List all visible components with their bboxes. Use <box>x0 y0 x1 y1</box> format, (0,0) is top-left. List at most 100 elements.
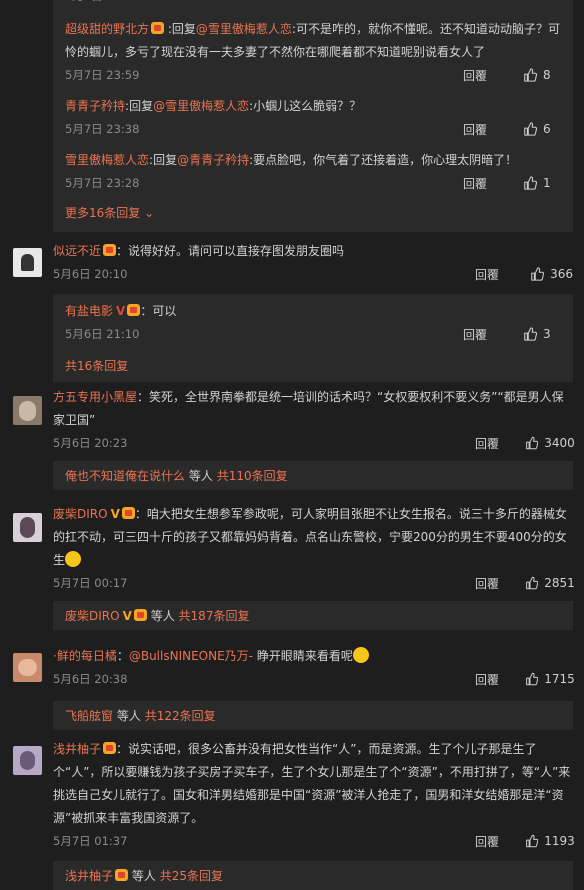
reply-button[interactable]: 回覆 <box>475 266 525 283</box>
like-button[interactable]: 6 <box>513 122 561 136</box>
nested-replies-box-top: 5月6日 08:23 超级甜的野北方 :回复@雪里傲梅惹人恋:可不是咋的，就你不… <box>53 0 573 232</box>
reply-text: :小蝈儿这么脆弱？？ <box>249 99 362 113</box>
comment: 浅井柚子 ：说实话吧，很多公畜并没有把女性当作“人”，而是资源。生了个儿子那是生了… <box>0 738 584 890</box>
replies-summary[interactable]: 俺也不知道俺在说什么 等人 共110条回复 <box>53 461 573 490</box>
reply-target[interactable]: @青青子矜持 <box>177 153 249 167</box>
thumbs-up-icon <box>523 122 537 136</box>
thinking-emoji-icon <box>65 551 82 567</box>
fan-badge-icon <box>115 869 129 881</box>
replies-summary[interactable]: 废柴DIRO V 等人 共187条回复 <box>53 601 573 630</box>
thumbs-up-icon <box>525 436 538 450</box>
reply-button[interactable]: 回覆 <box>463 326 513 343</box>
comment: ·鲜的每日橘：@BullsNINEONE乃万- 睁开眼睛来看看呢 5月6日 20… <box>0 645 584 730</box>
fan-badge-icon <box>127 304 141 316</box>
like-count: 366 <box>550 267 573 281</box>
like-button[interactable]: 1193 <box>525 834 575 848</box>
comment-time: 5月6日 20:23 <box>53 436 128 450</box>
reply-time: 5月7日 23:38 <box>65 122 140 136</box>
replies-summary[interactable]: 浅井柚子 等人 共25条回复 <box>53 861 573 890</box>
like-count: 8 <box>543 68 551 82</box>
avatar[interactable] <box>13 653 42 682</box>
summary-author[interactable]: 飞船舷窗 <box>65 709 113 723</box>
more-replies-link[interactable]: 更多16条回复 ⌄ <box>53 204 573 221</box>
replies-summary[interactable]: 飞船舷窗 等人 共122条回复 <box>53 701 573 730</box>
total-replies-link[interactable]: 共16条回复 <box>53 357 573 374</box>
comment: 方五专用小黑屋：笑死，全世界南拳都是统一培训的话术吗？“女权要权利不要义务”“都… <box>0 386 584 490</box>
comment-time: 5月7日 00:17 <box>53 576 128 590</box>
verified-v-icon: V <box>122 609 132 623</box>
reply-time: 5月7日 23:59 <box>65 68 140 82</box>
fan-badge-icon <box>121 507 135 519</box>
reply-button[interactable]: 回覆 <box>463 121 513 138</box>
like-count: 6 <box>543 122 551 136</box>
fan-badge-icon <box>133 609 147 621</box>
reply-author[interactable]: 雪里傲梅惹人恋 <box>65 153 149 167</box>
chevron-down-icon: ⌄ <box>144 206 155 220</box>
thumbs-up-icon <box>525 672 538 686</box>
comment: 似远不近 ：说得好好。请问可以直接存图发朋友圈吗 5月6日 20:10 回覆 36… <box>0 240 584 382</box>
reply-button[interactable]: 回覆 <box>463 175 513 192</box>
avatar[interactable] <box>13 396 42 425</box>
like-button[interactable]: 8 <box>513 68 561 82</box>
reply-text: 可以 <box>152 304 177 318</box>
like-count: 2851 <box>544 576 575 590</box>
comment: 废柴DIRO V ：咱大把女生想参军参政呢，可人家明目张胆不让女生报名。说三十多斤的… <box>0 503 584 630</box>
summary-author[interactable]: 废柴DIRO <box>65 609 120 623</box>
comment-time: 5月7日 01:37 <box>53 834 128 848</box>
reply-author[interactable]: 超级甜的野北方 <box>65 22 149 36</box>
comment-time: 5月6日 20:38 <box>53 672 128 686</box>
reply-button[interactable]: 回覆 <box>475 671 525 688</box>
comment-author[interactable]: 方五专用小黑屋 <box>53 390 137 404</box>
like-button[interactable]: 3 <box>513 327 561 341</box>
avatar[interactable] <box>13 746 42 775</box>
nested-reply: 雪里傲梅惹人恋:回复@青青子矜持:要点脸吧，你气着了还接着造，你心理太阴暗了！ … <box>53 140 573 194</box>
like-button[interactable]: 1715 <box>525 672 575 686</box>
reply-button[interactable]: 回覆 <box>475 435 525 452</box>
like-count: 1193 <box>544 834 575 848</box>
reply-button[interactable]: 回覆 <box>475 833 525 850</box>
like-count: 3400 <box>544 436 575 450</box>
reply-target[interactable]: @雪里傲梅惹人恋 <box>196 22 292 36</box>
avatar[interactable] <box>13 513 42 542</box>
like-button[interactable]: 1 <box>513 176 561 190</box>
reply-author[interactable]: 有盐电影 <box>65 304 113 318</box>
thumbs-up-icon <box>525 834 538 848</box>
thumbs-up-icon <box>530 267 544 281</box>
thumbs-up-icon <box>523 327 537 341</box>
reply-time: 5月7日 23:28 <box>65 176 140 190</box>
comment-author[interactable]: ·鲜的每日橘 <box>53 649 117 663</box>
comment-author[interactable]: 废柴DIRO <box>53 507 108 521</box>
summary-count[interactable]: 共110条回复 <box>217 469 288 483</box>
verified-v-icon: V <box>110 507 120 521</box>
reply-button[interactable]: 回覆 <box>475 575 525 592</box>
fan-badge-icon <box>103 244 117 256</box>
summary-count[interactable]: 共187条回复 <box>179 609 250 623</box>
reply-verb: 回复 <box>129 99 154 113</box>
comment-text: 睁开眼睛来看看呢 <box>256 649 353 663</box>
reply-verb: 回复 <box>153 153 178 167</box>
reply-time: 5月6日 21:10 <box>65 327 140 341</box>
fan-badge-icon <box>103 742 117 754</box>
nested-reply: 青青子矜持:回复@雪里傲梅惹人恋:小蝈儿这么脆弱？？ 5月7日 23:38 回覆… <box>53 86 573 140</box>
reply-author[interactable]: 青青子矜持 <box>65 99 125 113</box>
reply-target[interactable]: @雪里傲梅惹人恋 <box>153 99 249 113</box>
like-count: 1715 <box>544 672 575 686</box>
nested-reply: 超级甜的野北方 :回复@雪里傲梅惹人恋:可不是咋的，就你不懂呢。还不知道动动脑子… <box>53 8 573 86</box>
like-button[interactable]: 366 <box>525 267 573 281</box>
comment-author[interactable]: 似远不近 <box>53 244 101 258</box>
comment-text: 说实话吧，很多公畜并没有把女性当作“人”，而是资源。生了个儿子那是生了个“人”，… <box>53 742 571 825</box>
fan-badge-icon <box>151 22 165 34</box>
mention-link[interactable]: @BullsNINEONE乃万- <box>129 649 253 663</box>
summary-count[interactable]: 共122条回复 <box>145 709 216 723</box>
reply-verb: 回复 <box>171 22 196 36</box>
like-button[interactable]: 2851 <box>525 576 575 590</box>
reply-text: :要点脸吧，你气着了还接着造，你心理太阴暗了！ <box>249 153 518 167</box>
summary-author[interactable]: 俺也不知道俺在说什么 <box>65 469 185 483</box>
laughing-emoji-icon <box>352 647 369 663</box>
thumbs-up-icon <box>523 176 537 190</box>
comment-author[interactable]: 浅井柚子 <box>53 742 101 756</box>
like-button[interactable]: 3400 <box>525 436 575 450</box>
avatar[interactable] <box>13 248 42 277</box>
reply-button[interactable]: 回覆 <box>463 67 513 84</box>
comment-text: 说得好好。请问可以直接存图发朋友圈吗 <box>128 244 345 258</box>
